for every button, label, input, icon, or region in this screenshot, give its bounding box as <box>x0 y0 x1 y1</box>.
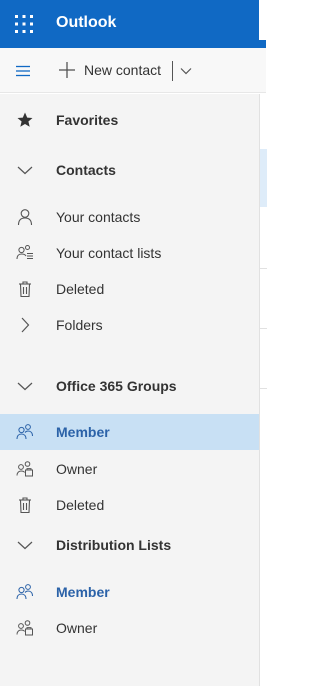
nav-groups-header-label: Office 365 Groups <box>56 378 177 394</box>
nav-dl-header-label: Distribution Lists <box>56 537 172 553</box>
people-icon <box>16 583 34 601</box>
row-divider <box>260 328 267 329</box>
nav-groups-owner-label: Owner <box>56 461 98 477</box>
split-divider <box>172 61 173 81</box>
row-divider <box>260 388 267 389</box>
chevron-down-icon <box>16 161 34 179</box>
chevron-down-icon[interactable] <box>178 63 194 79</box>
nav-groups-member[interactable]: Member <box>0 414 259 450</box>
star-icon <box>16 111 34 129</box>
selected-edge-highlight <box>260 149 267 207</box>
app-title[interactable]: Outlook <box>56 14 116 32</box>
command-bar: New contact <box>0 48 266 93</box>
nav-contacts-deleted-label: Deleted <box>56 281 105 297</box>
content-edge <box>259 94 267 686</box>
nav-dl-owner-label: Owner <box>56 620 98 636</box>
chevron-down-icon <box>16 536 34 554</box>
navigation-pane: Favorites Contacts Your contacts Your co… <box>0 94 259 686</box>
nav-groups-owner[interactable]: Owner <box>0 451 259 487</box>
nav-contacts-header[interactable]: Contacts <box>0 152 259 188</box>
nav-groups-header[interactable]: Office 365 Groups <box>0 368 259 404</box>
nav-groups-deleted-label: Deleted <box>56 497 105 513</box>
nav-folders[interactable]: Folders <box>0 307 259 343</box>
trash-icon <box>16 280 34 298</box>
nav-dl-header[interactable]: Distribution Lists <box>0 527 259 563</box>
people-owner-icon <box>16 619 34 637</box>
nav-your-contacts-label: Your contacts <box>56 209 141 225</box>
nav-contacts-header-label: Contacts <box>56 162 116 178</box>
person-icon <box>16 208 34 226</box>
contact-list-icon <box>16 244 34 262</box>
menu-icon[interactable] <box>14 62 32 80</box>
nav-your-contact-lists[interactable]: Your contact lists <box>0 235 259 271</box>
nav-dl-owner[interactable]: Owner <box>0 610 259 646</box>
nav-contacts-deleted[interactable]: Deleted <box>0 271 259 307</box>
nav-dl-member-label: Member <box>56 584 110 600</box>
plus-icon <box>58 61 76 79</box>
people-icon <box>16 423 34 441</box>
nav-your-contacts[interactable]: Your contacts <box>0 199 259 235</box>
chevron-right-icon <box>16 316 34 334</box>
new-contact-button[interactable]: New contact <box>58 56 161 84</box>
chevron-down-icon <box>16 377 34 395</box>
app-launcher-icon[interactable] <box>12 12 36 36</box>
header-edge <box>259 0 266 40</box>
trash-icon <box>16 496 34 514</box>
nav-folders-label: Folders <box>56 317 103 333</box>
nav-favorites-label: Favorites <box>56 112 119 128</box>
new-contact-label: New contact <box>84 62 162 78</box>
people-owner-icon <box>16 460 34 478</box>
row-divider <box>260 268 267 269</box>
nav-your-contact-lists-label: Your contact lists <box>56 245 162 261</box>
top-bar: Outlook <box>0 0 266 48</box>
nav-groups-deleted[interactable]: Deleted <box>0 487 259 523</box>
nav-dl-member[interactable]: Member <box>0 574 259 610</box>
nav-groups-member-label: Member <box>56 424 110 440</box>
nav-favorites[interactable]: Favorites <box>0 102 259 138</box>
